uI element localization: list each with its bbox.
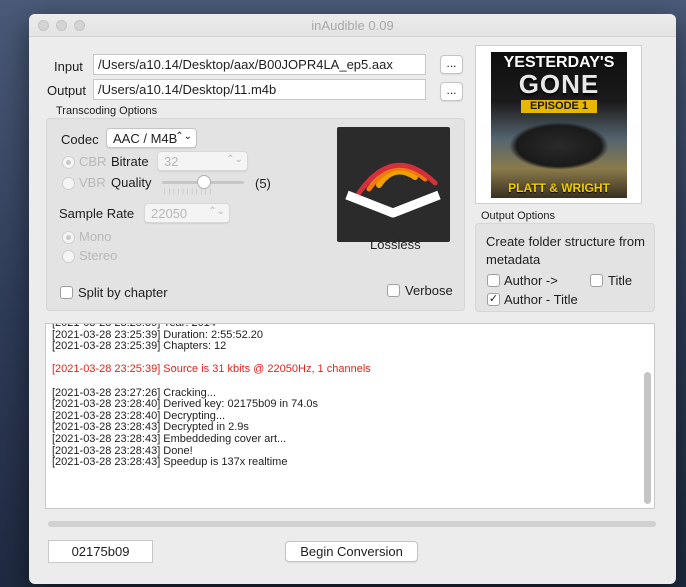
author-title-label: Author - Title	[504, 292, 578, 307]
log-scrollbar[interactable]	[644, 372, 651, 504]
vbr-radio[interactable]	[62, 177, 75, 190]
mono-label: Mono	[79, 229, 112, 244]
cbr-label: CBR	[79, 154, 107, 169]
verbose-checkbox[interactable]	[387, 284, 400, 297]
lossless-logo	[337, 127, 450, 242]
log-line: [2021-03-28 23:25:39] Source is 31 kbits…	[52, 363, 371, 376]
bitrate-value: 32	[164, 154, 179, 169]
chevron-updown-icon: ⌃⌄	[226, 154, 243, 165]
title-bar: inAudible 0.09	[29, 14, 676, 37]
output-label: Output	[47, 83, 87, 98]
log-view[interactable]: [2021-03-28 23:25:39] Year: 2014 [2021-03…	[45, 323, 655, 509]
sample-rate-label: Sample Rate	[59, 206, 135, 221]
output-browse-button[interactable]: ...	[440, 82, 463, 101]
sample-rate-select[interactable]: 22050 ⌃⌄	[144, 203, 230, 223]
log-line: [2021-03-28 23:25:39] Chapters: 12	[52, 340, 227, 353]
conversion-progress-bar	[48, 521, 656, 527]
title-option-label: Title	[608, 273, 633, 288]
cover-authors: PLATT & WRIGHT	[508, 181, 610, 195]
output-options-description: Create folder structure from metadata	[486, 234, 645, 267]
author-arrow-label: Author ->	[504, 273, 558, 288]
log-line: [2021-03-28 23:28:43] Speedup is 137x re…	[52, 456, 288, 469]
cover-art-frame: YESTERDAY'S GONE EPISODE 1 PLATT & WRIGH…	[475, 45, 642, 204]
quality-value: (5)	[255, 176, 271, 191]
input-label: Input	[54, 59, 83, 74]
quality-slider-knob[interactable]	[197, 175, 211, 189]
bitrate-select[interactable]: 32 ⌃⌄	[157, 151, 248, 171]
input-browse-button[interactable]: ...	[440, 55, 463, 74]
vbr-label: VBR	[79, 175, 106, 190]
cover-art-image: YESTERDAY'S GONE EPISODE 1 PLATT & WRIGH…	[491, 52, 627, 198]
input-path-field[interactable]: /Users/a10.14/Desktop/aax/B00JOPR4LA_ep5…	[93, 54, 426, 75]
key-field[interactable]: 02175b09	[48, 540, 153, 563]
codec-select[interactable]: AAC / M4B ⌃⌄	[106, 128, 197, 148]
cover-title-line2: GONE	[518, 69, 600, 99]
codec-label: Codec	[61, 132, 99, 147]
cover-photo	[509, 122, 609, 170]
verbose-label: Verbose	[405, 283, 453, 298]
cbr-radio[interactable]	[62, 156, 75, 169]
title-checkbox[interactable]	[590, 274, 603, 287]
transcoding-options-title: Transcoding Options	[56, 105, 158, 117]
codec-value: AAC / M4B	[113, 131, 178, 146]
quality-slider-ticks: |||||||||||	[164, 189, 215, 195]
log-line: [2021-03-28 23:28:43] Embeddeding cover …	[52, 432, 287, 445]
app-window: inAudible 0.09 Input /Users/a10.14/Deskt…	[29, 14, 676, 584]
bitrate-label: Bitrate	[111, 154, 149, 169]
author-title-checkbox[interactable]: ✓	[487, 293, 500, 306]
stereo-radio[interactable]	[62, 250, 75, 263]
cover-episode: EPISODE 1	[521, 100, 597, 113]
chevron-updown-icon: ⌃⌄	[175, 131, 192, 142]
quality-slider[interactable]: |||||||||||	[162, 174, 244, 195]
split-by-chapter-checkbox[interactable]	[60, 286, 73, 299]
stereo-label: Stereo	[79, 248, 118, 263]
output-options-title: Output Options	[481, 210, 555, 222]
lossless-label: Lossless	[370, 237, 421, 252]
sample-rate-value: 22050	[151, 206, 188, 221]
window-title: inAudible 0.09	[311, 18, 394, 33]
author-arrow-checkbox[interactable]	[487, 274, 500, 287]
chevron-updown-icon: ⌃⌄	[208, 206, 225, 217]
output-path-field[interactable]: /Users/a10.14/Desktop/11.m4b	[93, 79, 426, 100]
log-line: [2021-03-28 23:28:40] Derived key: 02175…	[52, 398, 319, 411]
audible-logo-icon	[345, 162, 441, 218]
quality-label: Quality	[111, 175, 152, 190]
begin-conversion-button[interactable]: Begin Conversion	[285, 541, 418, 562]
split-by-chapter-label: Split by chapter	[78, 285, 168, 300]
mono-radio[interactable]	[62, 231, 75, 244]
log-lines: [2021-03-28 23:25:39] Year: 2014 [2021-03…	[46, 324, 640, 469]
